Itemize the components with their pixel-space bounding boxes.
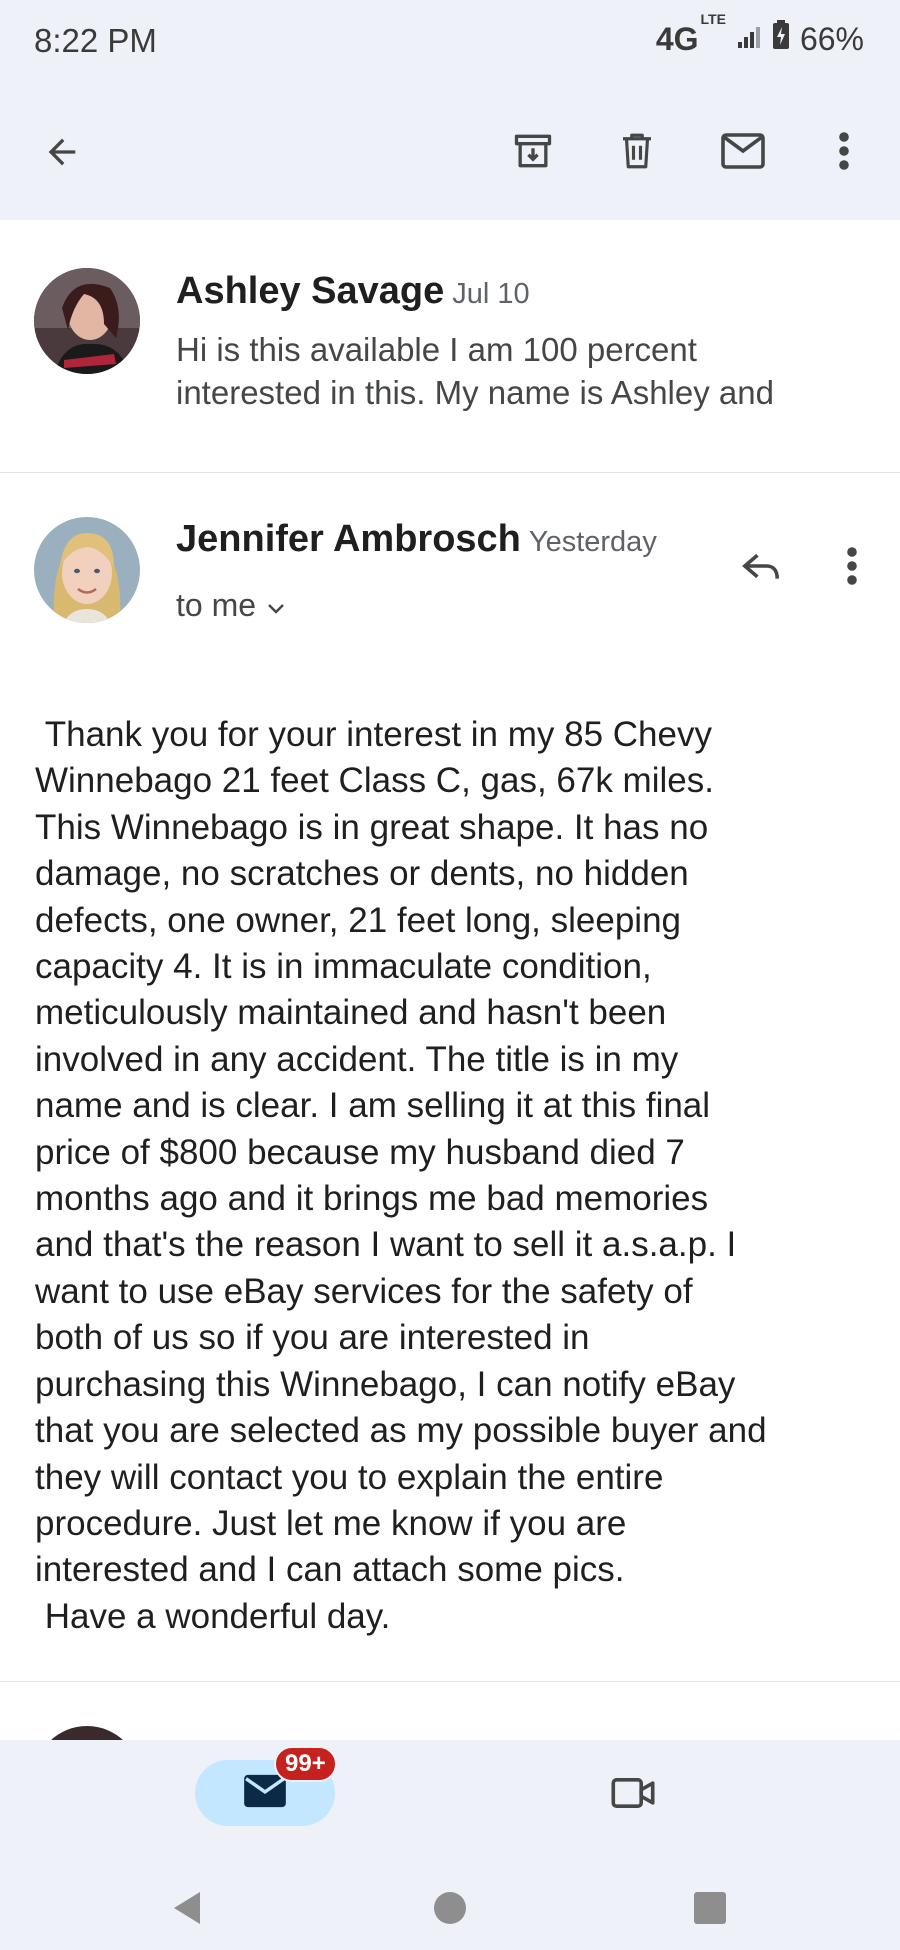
battery-percent: 66% <box>799 20 864 57</box>
mark-unread-icon[interactable] <box>708 118 778 184</box>
email-collapsed-item[interactable]: Ashley Savage Jul 10 Hi is this available… <box>0 220 900 472</box>
system-home-icon[interactable] <box>432 1888 468 1933</box>
network-indicator: 4GLTE <box>655 10 726 57</box>
signal-icon <box>736 21 762 58</box>
reply-icon[interactable] <box>728 533 794 599</box>
archive-icon[interactable] <box>500 118 566 184</box>
avatar <box>34 1726 140 1740</box>
bottom-navigation: 99+ <box>0 1740 900 1950</box>
avatar <box>34 268 140 374</box>
email-collapsed-item[interactable] <box>0 1682 900 1740</box>
chevron-down-icon <box>266 587 286 624</box>
email-date: Yesterday <box>528 526 657 558</box>
sender-name: Ashley Savage Jul 10 <box>176 270 530 312</box>
app-bar <box>0 84 900 220</box>
email-date: Jul 10 <box>452 278 530 310</box>
avatar <box>34 517 140 623</box>
more-vert-icon[interactable] <box>812 118 876 184</box>
email-snippet: Hi is this available I am 100 percent in… <box>176 331 774 411</box>
more-vert-icon[interactable] <box>822 533 882 599</box>
system-recents-icon[interactable] <box>692 1888 728 1933</box>
recipient-details-toggle[interactable]: to me <box>176 587 286 624</box>
unread-count-badge: 99+ <box>274 1746 337 1782</box>
back-arrow-icon[interactable] <box>30 120 94 184</box>
status-time: 8:22 PM <box>34 22 157 59</box>
meet-video-icon[interactable] <box>598 1760 668 1826</box>
system-back-icon[interactable] <box>168 1888 208 1933</box>
email-body: Thank you for your interest in my 85 Che… <box>35 715 767 1636</box>
battery-icon <box>772 20 790 58</box>
status-indicators: 4GLTE 66% <box>655 10 864 58</box>
status-bar: 8:22 PM 4GLTE 66% <box>0 0 900 84</box>
sender-name: Jennifer Ambrosch Yesterday <box>176 518 657 560</box>
delete-icon[interactable] <box>604 118 670 184</box>
